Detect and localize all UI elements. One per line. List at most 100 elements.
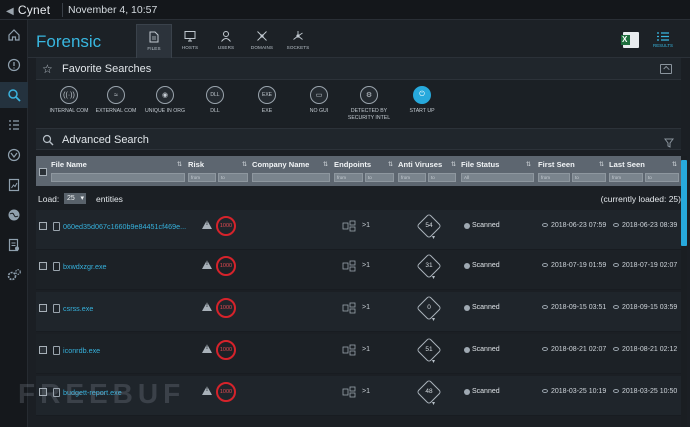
filter-icon[interactable] xyxy=(664,135,674,148)
page-size-select[interactable]: 25 xyxy=(64,193,86,204)
file-name-link[interactable]: 060ed35d067c1660b9e84451cf469e... xyxy=(63,222,186,231)
target-icon[interactable] xyxy=(0,142,28,168)
last-seen: 2018-09-15 03:59 xyxy=(613,304,677,311)
scanned-icon xyxy=(464,223,470,229)
eye-icon xyxy=(613,389,619,394)
eye-icon xyxy=(542,263,548,268)
socket-icon xyxy=(293,31,303,40)
eye-icon xyxy=(613,223,619,228)
risk-score: 1000 xyxy=(216,340,236,360)
anti-virus-count[interactable]: 0 xyxy=(420,304,438,311)
row-checkbox[interactable] xyxy=(39,262,47,270)
col-endpoints[interactable]: Endpoints xyxy=(334,160,371,169)
globe-icon[interactable] xyxy=(0,202,28,228)
tab-hosts[interactable]: HOSTS xyxy=(172,24,208,58)
file-name-link[interactable]: bxwdxzgr.exe xyxy=(63,262,107,271)
sort-icon[interactable]: ⇅ xyxy=(451,161,456,168)
endpoints-count: >1 xyxy=(362,222,370,229)
settings-icon[interactable] xyxy=(0,262,28,288)
file-icon xyxy=(149,31,159,43)
last-seen-from-input[interactable]: from xyxy=(609,173,643,182)
table-row[interactable]: bxwdxzgr.exe 1000 >1 31 ▾ Scanned 2018-0… xyxy=(36,250,681,290)
excel-export-icon[interactable]: X xyxy=(621,32,639,48)
table-row[interactable]: 060ed35d067c1660b9e84451cf469e... 1000 >… xyxy=(36,210,681,250)
col-last-seen[interactable]: Last Seen xyxy=(609,160,645,169)
table-row[interactable]: iconrdb.exe 1000 >1 51 ▾ Scanned 2018-08… xyxy=(36,334,681,374)
collapse-icon[interactable] xyxy=(660,64,672,74)
file-status: Scanned xyxy=(472,222,500,229)
last-seen-to-input[interactable]: to xyxy=(645,173,679,182)
table-row[interactable]: csrss.exe 1000 >1 0 ▾ Scanned 2018-09-15… xyxy=(36,292,681,332)
sort-icon[interactable]: ⇅ xyxy=(388,161,393,168)
row-checkbox[interactable] xyxy=(39,346,47,354)
select-all-checkbox[interactable] xyxy=(39,168,47,176)
row-checkbox[interactable] xyxy=(39,222,47,230)
sort-icon[interactable]: ⇅ xyxy=(672,161,677,168)
first-seen-from-input[interactable]: from xyxy=(538,173,570,182)
watermark: FREEBUF xyxy=(18,378,186,409)
star-icon: ☆ xyxy=(42,62,53,76)
favorite-start-up[interactable]: ⏻ START UP xyxy=(387,86,457,115)
first-seen-to-input[interactable]: to xyxy=(572,173,606,182)
file-status: Scanned xyxy=(472,388,500,395)
file-icon xyxy=(53,346,60,355)
fingerprint-icon: ◉ xyxy=(156,86,174,104)
risk-to-input[interactable]: to xyxy=(218,173,248,182)
file-status: Scanned xyxy=(472,262,500,269)
scanned-icon xyxy=(464,305,470,311)
col-file-name[interactable]: File Name xyxy=(51,160,87,169)
col-company-name[interactable]: Company Name xyxy=(252,160,309,169)
tab-domains[interactable]: DOMAINS xyxy=(244,24,280,58)
col-anti-viruses[interactable]: Anti Viruses xyxy=(398,160,442,169)
chevron-left-icon[interactable]: ◀ xyxy=(6,6,14,17)
risk-from-input[interactable]: from xyxy=(188,173,216,182)
alert-icon[interactable] xyxy=(0,52,28,78)
tab-files[interactable]: FILES xyxy=(136,24,172,58)
av-from-input[interactable]: from xyxy=(398,173,426,182)
endpoints-count: >1 xyxy=(362,346,370,353)
col-risk[interactable]: Risk xyxy=(188,160,204,169)
sort-icon[interactable]: ⇅ xyxy=(242,161,247,168)
row-checkbox[interactable] xyxy=(39,304,47,312)
file-name-link[interactable]: iconrdb.exe xyxy=(63,346,100,355)
endpoints-from-input[interactable]: from xyxy=(334,173,363,182)
company-filter-input[interactable] xyxy=(252,173,330,182)
brand[interactable]: ◀ Cynet xyxy=(6,3,50,17)
warning-icon xyxy=(202,220,212,229)
list-icon[interactable] xyxy=(0,112,28,138)
scrollbar-thumb[interactable] xyxy=(681,160,687,246)
endpoints-icon xyxy=(342,260,356,272)
anti-virus-count[interactable]: 48 xyxy=(420,388,438,395)
eye-icon xyxy=(542,347,548,352)
report-icon[interactable] xyxy=(0,172,28,198)
search-icon[interactable] xyxy=(0,82,28,108)
file-name-filter-input[interactable] xyxy=(51,173,185,182)
last-seen: 2018-03-25 10:50 xyxy=(613,388,677,395)
home-icon[interactable] xyxy=(0,22,28,48)
anti-virus-count[interactable]: 31 xyxy=(420,262,438,269)
anti-virus-count[interactable]: 54 xyxy=(420,222,438,229)
anti-virus-count[interactable]: 51 xyxy=(420,346,438,353)
document-icon[interactable] xyxy=(0,232,28,258)
av-to-input[interactable]: to xyxy=(428,173,456,182)
risk-score: 1000 xyxy=(216,298,236,318)
sort-icon[interactable]: ⇅ xyxy=(323,161,328,168)
sidebar xyxy=(0,20,28,427)
sort-icon[interactable]: ⇅ xyxy=(599,161,604,168)
tab-users[interactable]: USERS xyxy=(208,24,244,58)
eye-icon xyxy=(542,305,548,310)
tab-sockets[interactable]: SOCKETS xyxy=(280,24,316,58)
endpoints-to-input[interactable]: to xyxy=(365,173,394,182)
first-seen-value: 2018-08-21 02:07 xyxy=(551,346,607,353)
file-name-link[interactable]: csrss.exe xyxy=(63,304,93,313)
col-first-seen[interactable]: First Seen xyxy=(538,160,575,169)
results-button[interactable]: RESULTS xyxy=(653,32,673,50)
sort-icon[interactable]: ⇅ xyxy=(526,161,531,168)
sort-icon[interactable]: ⇅ xyxy=(177,161,182,168)
status-select[interactable]: All xyxy=(461,173,534,182)
last-seen: 2018-07-19 02:07 xyxy=(613,262,677,269)
endpoints-value: 1 xyxy=(366,388,370,395)
col-file-status[interactable]: File Status xyxy=(461,160,499,169)
advanced-search-header[interactable]: Advanced Search xyxy=(36,128,681,150)
wifi-icon: ((·)) xyxy=(60,86,78,104)
